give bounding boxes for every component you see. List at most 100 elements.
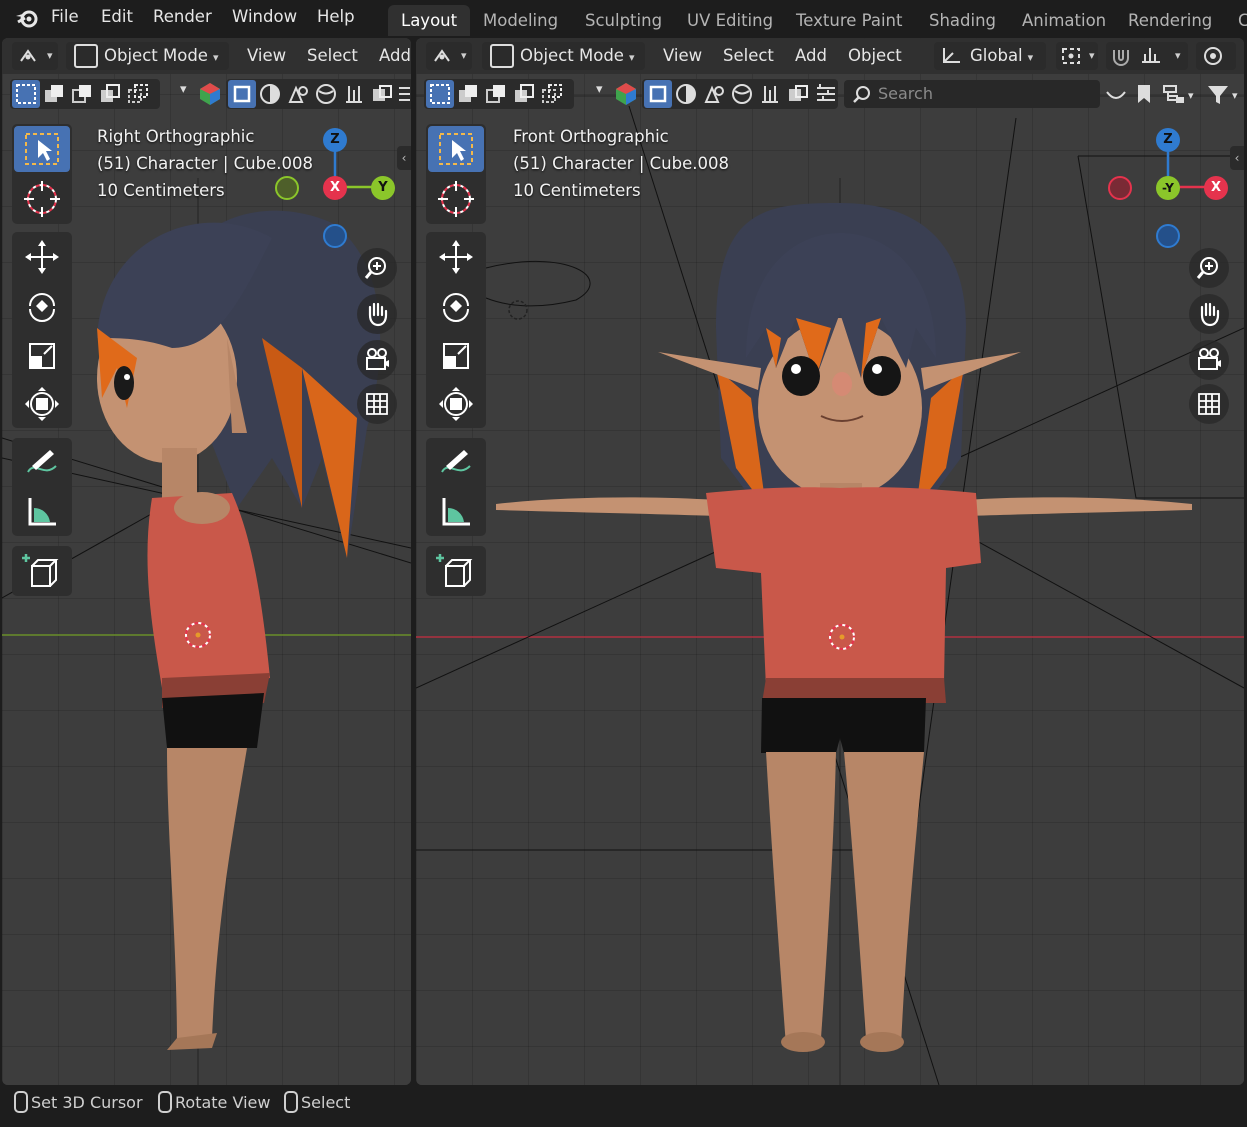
gizmo-neg-x-axis[interactable] <box>1108 176 1132 200</box>
rotate-tool-icon[interactable] <box>14 283 70 329</box>
move-tool-icon[interactable] <box>428 234 484 280</box>
sidebar-toggle-icon[interactable]: ‹ <box>397 146 411 170</box>
tab-modeling[interactable]: Modeling <box>483 5 558 36</box>
menu-view[interactable]: View <box>247 42 286 70</box>
select-box-tool-icon[interactable] <box>428 126 484 172</box>
editor-type-dropdown[interactable]: ▾ <box>12 42 58 70</box>
gizmo-neg-y-axis[interactable] <box>275 176 299 200</box>
mode-subtract-icon[interactable] <box>482 80 510 108</box>
solid-shading-icon[interactable] <box>256 80 284 108</box>
chevron-down-icon[interactable]: ▾ <box>590 80 612 108</box>
object-type-visibility-icon[interactable] <box>196 80 224 108</box>
annotate-tool-icon[interactable] <box>428 440 484 486</box>
blender-logo-icon[interactable] <box>14 7 40 29</box>
menu-help[interactable]: Help <box>317 7 355 26</box>
gizmo-neg-z-axis[interactable] <box>1156 224 1180 248</box>
select-box-tool-icon[interactable] <box>14 126 70 172</box>
add-cube-tool-icon[interactable] <box>14 548 70 594</box>
tab-rendering[interactable]: Rendering <box>1128 5 1212 36</box>
mode-dropdown[interactable]: Object Mode ▾ <box>482 42 645 70</box>
material-preview-icon[interactable] <box>700 80 728 108</box>
menu-file[interactable]: File <box>51 7 79 26</box>
solid-shading-icon[interactable] <box>672 80 700 108</box>
transform-tool-icon[interactable] <box>14 381 70 427</box>
gizmo-x-axis[interactable]: X <box>323 176 347 200</box>
overlay-toggle-icon[interactable] <box>340 80 368 108</box>
menu-add[interactable]: Add <box>795 42 827 70</box>
scale-tool-icon[interactable] <box>428 332 484 378</box>
orthographic-toggle-icon[interactable] <box>357 384 397 424</box>
move-tool-icon[interactable] <box>14 234 70 280</box>
annotate-tool-icon[interactable] <box>14 440 70 486</box>
snapping-group[interactable]: ▾ <box>1106 42 1188 70</box>
camera-view-icon[interactable] <box>357 340 397 380</box>
tab-texture-paint[interactable]: Texture Paint <box>796 5 902 36</box>
mode-dropdown[interactable]: Object Mode ▾ <box>66 42 229 70</box>
zoom-icon[interactable] <box>357 248 397 288</box>
transform-orientation-dropdown[interactable]: Global ▾ <box>934 42 1046 70</box>
menu-render[interactable]: Render <box>153 7 212 26</box>
viewport-right-orthographic[interactable]: ▾ Object Mode ▾ View Select Add ▾ Right O… <box>2 38 411 1085</box>
xray-toggle-icon[interactable] <box>368 80 396 108</box>
mode-extend-icon[interactable] <box>40 80 68 108</box>
gizmo-menu-icon[interactable] <box>812 80 840 108</box>
mode-extend-icon[interactable] <box>454 80 482 108</box>
mode-subtract-icon[interactable] <box>68 80 96 108</box>
object-type-visibility-icon[interactable] <box>612 80 640 108</box>
mode-invert-icon[interactable] <box>96 80 124 108</box>
mode-intersect-icon[interactable] <box>538 80 566 108</box>
tab-sculpting[interactable]: Sculpting <box>585 5 662 36</box>
gizmo-neg-y-axis[interactable]: -Y <box>1156 176 1180 200</box>
cursor-tool-icon[interactable] <box>14 176 70 222</box>
rotate-tool-icon[interactable] <box>428 283 484 329</box>
add-cube-tool-icon[interactable] <box>428 548 484 594</box>
orthographic-toggle-icon[interactable] <box>1189 384 1229 424</box>
menu-window[interactable]: Window <box>232 7 297 26</box>
viewport-front-orthographic[interactable]: ▾ Object Mode ▾ View Select Add Object Gl… <box>416 38 1244 1085</box>
tab-compositing[interactable]: C <box>1238 5 1247 36</box>
zoom-icon[interactable] <box>1189 248 1229 288</box>
rendered-shading-icon[interactable] <box>312 80 340 108</box>
rendered-shading-icon[interactable] <box>728 80 756 108</box>
tab-animation[interactable]: Animation <box>1022 5 1106 36</box>
menu-object[interactable]: Object <box>848 42 902 70</box>
cursor-tool-icon[interactable] <box>428 176 484 222</box>
menu-select[interactable]: Select <box>307 42 358 70</box>
measure-tool-icon[interactable] <box>14 488 70 534</box>
scale-tool-icon[interactable] <box>14 332 70 378</box>
menu-add[interactable]: Add <box>379 42 411 70</box>
tab-shading[interactable]: Shading <box>929 5 996 36</box>
menu-edit[interactable]: Edit <box>101 7 133 26</box>
menu-select[interactable]: Select <box>723 42 774 70</box>
gizmo-z-axis[interactable]: Z <box>1156 128 1180 152</box>
link-toggle-icon[interactable] <box>1102 80 1130 108</box>
gizmo-y-axis[interactable]: Y <box>371 176 395 200</box>
pivot-point-dropdown[interactable]: ▾ <box>1056 42 1098 70</box>
mode-intersect-icon[interactable] <box>124 80 152 108</box>
editor-type-dropdown[interactable]: ▾ <box>426 42 472 70</box>
measure-tool-icon[interactable] <box>428 488 484 534</box>
xray-toggle-icon[interactable] <box>784 80 812 108</box>
wireframe-shading-icon[interactable] <box>228 80 256 108</box>
wireframe-shading-icon[interactable] <box>644 80 672 108</box>
pan-hand-icon[interactable] <box>1189 294 1229 334</box>
select-box-mode-icon[interactable] <box>426 80 454 108</box>
gizmo-neg-z-axis[interactable] <box>323 224 347 248</box>
proportional-editing-toggle[interactable] <box>1196 42 1236 70</box>
tab-layout[interactable]: Layout <box>388 5 471 36</box>
filter-funnel-icon[interactable]: ▾ <box>1204 80 1244 108</box>
chevron-down-icon[interactable]: ▾ <box>174 80 196 108</box>
hierarchy-filter-dropdown[interactable]: ▾ <box>1158 80 1202 108</box>
mode-invert-icon[interactable] <box>510 80 538 108</box>
select-box-mode-icon[interactable] <box>12 80 40 108</box>
bookmark-icon[interactable] <box>1130 80 1158 108</box>
pan-hand-icon[interactable] <box>357 294 397 334</box>
tab-uv-editing[interactable]: UV Editing <box>687 5 773 36</box>
search-input[interactable]: Search <box>844 80 1100 108</box>
gizmo-menu-icon[interactable] <box>396 80 411 108</box>
sidebar-toggle-icon[interactable]: ‹ <box>1230 146 1244 170</box>
gizmo-z-axis[interactable]: Z <box>323 128 347 152</box>
overlay-toggle-icon[interactable] <box>756 80 784 108</box>
material-preview-icon[interactable] <box>284 80 312 108</box>
camera-view-icon[interactable] <box>1189 340 1229 380</box>
